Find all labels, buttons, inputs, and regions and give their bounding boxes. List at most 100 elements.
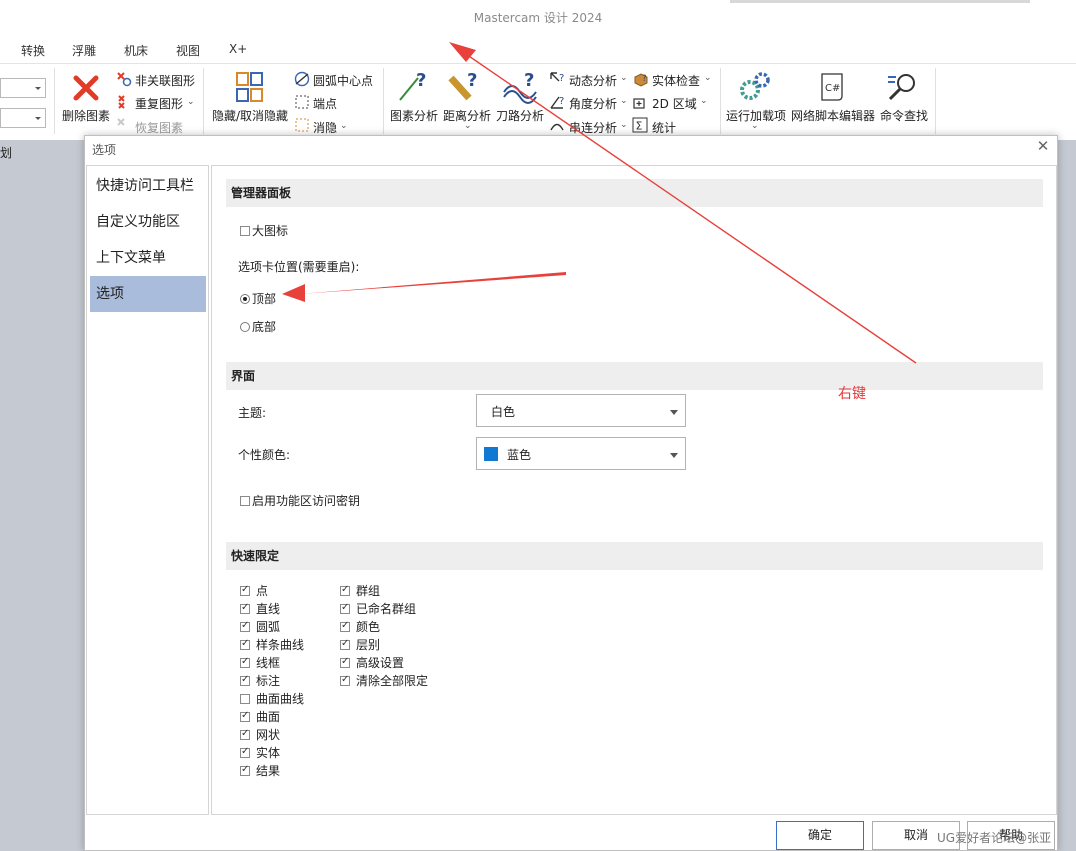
large-icons-checkbox[interactable] — [240, 226, 250, 236]
quick-mask-checkbox[interactable] — [240, 656, 250, 668]
command-finder-icon — [886, 71, 920, 106]
quick-mask-checkbox[interactable] — [240, 746, 250, 758]
restore-button[interactable]: 恢复图素 — [135, 119, 183, 136]
menu-machine[interactable]: 机床 — [124, 42, 148, 59]
nav-context-menu[interactable]: 上下文菜单 — [90, 240, 206, 276]
dynamic-analysis-button[interactable]: 动态分析 — [569, 72, 617, 89]
menu-transform[interactable]: 转换 — [21, 42, 45, 59]
chevron-down-icon — [670, 410, 678, 415]
section-manager-panel: 管理器面板 — [226, 179, 1043, 207]
keytips-option[interactable]: 启用功能区访问密钥 — [240, 492, 360, 509]
delete-x-icon[interactable] — [72, 74, 100, 105]
menu-emboss[interactable]: 浮雕 — [72, 42, 96, 59]
quick-mask-item[interactable]: 曲面曲线 — [240, 690, 304, 707]
quick-mask-item[interactable]: 群组 — [340, 582, 380, 599]
color-swatch — [484, 447, 498, 461]
quick-mask-label: 实体 — [256, 746, 281, 760]
svg-text:C#: C# — [825, 83, 840, 94]
ribbon-combo-1[interactable] — [0, 78, 46, 98]
duplicate-button[interactable]: 重复图形 — [135, 95, 183, 112]
ok-button[interactable]: 确定 — [776, 821, 864, 850]
quick-mask-checkbox[interactable] — [340, 584, 350, 596]
quick-mask-label: 曲面 — [256, 710, 281, 724]
svg-text:?: ? — [524, 70, 534, 91]
close-icon[interactable]: ✕ — [1035, 138, 1051, 154]
quick-mask-item[interactable]: 高级设置 — [340, 654, 404, 671]
quick-mask-checkbox[interactable] — [240, 674, 250, 686]
quick-mask-checkbox[interactable] — [240, 694, 250, 704]
quick-mask-checkbox[interactable] — [340, 656, 350, 668]
nav-quick-access-toolbar[interactable]: 快捷访问工具栏 — [90, 168, 206, 204]
bottom-option[interactable]: 底部 — [240, 318, 276, 335]
quick-mask-item[interactable]: 网状 — [240, 726, 280, 743]
quick-mask-checkbox[interactable] — [340, 638, 350, 650]
quick-mask-label: 圆弧 — [256, 620, 281, 634]
options-dialog: 选项 ✕ 快捷访问工具栏 自定义功能区 上下文菜单 选项 管理器面板 大图标 选… — [84, 135, 1058, 851]
nav-customize-ribbon[interactable]: 自定义功能区 — [90, 204, 206, 240]
arc-center-button[interactable]: 圆弧中心点 — [313, 72, 373, 89]
entity-analysis-button[interactable]: 图素分析 — [390, 107, 438, 124]
solid-check-button[interactable]: 实体检查 — [652, 72, 700, 89]
quick-mask-item[interactable]: 标注 — [240, 672, 280, 689]
bottom-radio[interactable] — [240, 322, 250, 332]
quick-mask-item[interactable]: 层别 — [340, 636, 380, 653]
quick-mask-checkbox[interactable] — [240, 584, 250, 596]
popup-edge — [730, 0, 1030, 3]
quick-mask-checkbox[interactable] — [240, 638, 250, 650]
quick-mask-item[interactable]: 清除全部限定 — [340, 672, 428, 689]
top-option[interactable]: 顶部 — [240, 290, 276, 307]
menu-xplus[interactable]: X+ — [229, 42, 247, 56]
unassociated-icon — [116, 71, 132, 90]
quick-mask-label: 曲面曲线 — [256, 692, 305, 706]
quick-mask-item[interactable]: 结果 — [240, 762, 280, 779]
quick-mask-checkbox[interactable] — [240, 620, 250, 632]
quick-mask-label: 颜色 — [356, 620, 381, 634]
ribbon-combo-2[interactable] — [0, 108, 46, 128]
quick-mask-item[interactable]: 线框 — [240, 654, 280, 671]
quick-mask-label: 已命名群组 — [356, 602, 417, 616]
unassociated-button[interactable]: 非关联图形 — [135, 72, 195, 89]
delete-entity-button[interactable]: 删除图素 — [62, 107, 110, 124]
net-script-editor-button[interactable]: 网络脚本编辑器 — [791, 107, 875, 124]
quick-mask-checkbox[interactable] — [240, 728, 250, 740]
quick-mask-checkbox[interactable] — [240, 764, 250, 776]
quick-mask-item[interactable]: 颜色 — [340, 618, 380, 635]
angle-analysis-button[interactable]: 角度分析 — [569, 95, 617, 112]
blank-icon — [295, 118, 309, 135]
quick-mask-item[interactable]: 圆弧 — [240, 618, 280, 635]
quick-mask-item[interactable]: 点 — [240, 582, 268, 599]
quick-mask-label: 网状 — [256, 728, 281, 742]
chain-analysis-button[interactable]: 串连分析 — [569, 119, 617, 136]
large-icons-option[interactable]: 大图标 — [240, 222, 288, 239]
quick-mask-checkbox[interactable] — [240, 602, 250, 614]
statistics-button[interactable]: 统计 — [652, 119, 676, 136]
endpoint-button[interactable]: 端点 — [313, 95, 337, 112]
quick-mask-item[interactable]: 样条曲线 — [240, 636, 304, 653]
quick-mask-checkbox[interactable] — [240, 710, 250, 722]
toolpath-analysis-button[interactable]: 刀路分析 — [496, 107, 544, 124]
quick-mask-item[interactable]: 曲面 — [240, 708, 280, 725]
quick-mask-item[interactable]: 直线 — [240, 600, 280, 617]
blank-button[interactable]: 消隐 — [313, 119, 337, 136]
accent-color-select[interactable]: 蓝色 — [476, 437, 686, 470]
chain-analysis-icon — [549, 117, 567, 136]
quick-mask-item[interactable]: 实体 — [240, 744, 280, 761]
endpoint-icon — [295, 95, 309, 112]
quick-mask-checkbox[interactable] — [340, 620, 350, 632]
watermark: UG爱好者论坛@张亚 — [937, 831, 1052, 845]
quick-mask-checkbox[interactable] — [340, 602, 350, 614]
hide-unhide-button[interactable]: 隐藏/取消隐藏 — [212, 107, 288, 124]
theme-select[interactable]: 白色 — [476, 394, 686, 427]
top-radio[interactable] — [240, 294, 250, 304]
command-finder-button[interactable]: 命令查找 — [880, 107, 928, 124]
restore-icon — [116, 117, 132, 136]
quick-mask-item[interactable]: 已命名群组 — [340, 600, 416, 617]
area-2d-button[interactable]: 2D 区域 — [652, 95, 697, 112]
options-content: 管理器面板 大图标 选项卡位置(需要重启): 顶部 底部 界面 主题: 白色 个… — [211, 165, 1057, 815]
keytips-checkbox[interactable] — [240, 496, 250, 506]
nav-options[interactable]: 选项 — [90, 276, 206, 312]
menu-view[interactable]: 视图 — [176, 42, 200, 59]
distance-analysis-icon: ? — [447, 70, 483, 107]
accent-color-label: 个性颜色: — [238, 448, 291, 462]
quick-mask-checkbox[interactable] — [340, 674, 350, 686]
